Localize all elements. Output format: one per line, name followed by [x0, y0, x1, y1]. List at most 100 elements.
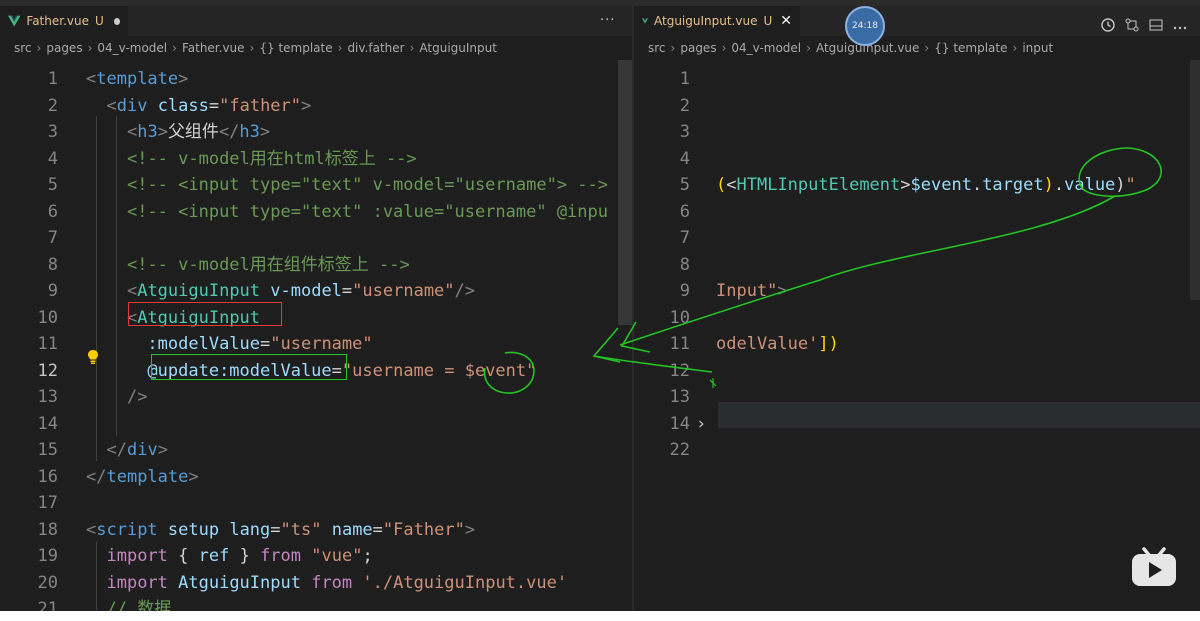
line-number: 14	[37, 413, 58, 434]
code-line[interactable]: 8	[634, 252, 1200, 279]
code-line[interactable]: 21 // 数据	[0, 596, 632, 611]
code-line[interactable]: 10	[634, 305, 1200, 332]
split-editor-icon[interactable]	[1148, 17, 1164, 33]
recording-timer-badge: 24:18	[845, 6, 885, 46]
code-token: import	[106, 546, 179, 566]
code-line[interactable]: 17	[0, 490, 632, 517]
line-number: 20	[37, 572, 58, 593]
code-token: target	[982, 175, 1044, 195]
code-line[interactable]: 11 odelValue'])	[634, 331, 1200, 358]
code-token: div	[126, 440, 158, 460]
code-token: =	[341, 281, 353, 301]
breadcrumb-separator-icon: ›	[670, 41, 676, 55]
unsaved-dot-icon[interactable]	[113, 17, 120, 25]
breadcrumb-item[interactable]: div.father	[347, 41, 404, 55]
code-token: template	[96, 69, 179, 89]
more-actions-icon[interactable]: ···	[600, 13, 615, 28]
code-text: <!-- v-model用在组件标签上 -->	[86, 252, 410, 279]
code-token: >	[777, 281, 788, 301]
code-line[interactable]: 15 </div>	[0, 437, 632, 464]
code-line[interactable]: 6	[634, 199, 1200, 226]
breadcrumb-item[interactable]: {} template	[934, 41, 1007, 55]
close-tab-icon[interactable]: ✕	[780, 13, 792, 29]
breadcrumb-item[interactable]: pages	[680, 41, 716, 55]
code-token: setup	[167, 519, 230, 540]
code-token: =	[270, 519, 281, 540]
code-line[interactable]: 3	[634, 119, 1200, 146]
code-line[interactable]: 5 (<HTMLInputElement>$event.target).value…	[634, 172, 1200, 199]
code-text: <div class="father">	[86, 93, 311, 120]
breadcrumb-separator-icon: ›	[36, 41, 42, 55]
code-line[interactable]: 8 <!-- v-model用在组件标签上 -->	[0, 252, 632, 279]
code-line[interactable]: 9 <AtguiguInput v-model="username"/>	[0, 278, 632, 305]
code-line[interactable]: 3 <h3>父组件</h3>	[0, 119, 632, 146]
code-line[interactable]: 5 <!-- <input type="text" v-model="usern…	[0, 172, 632, 199]
code-line[interactable]: 9 Input">	[634, 278, 1200, 305]
breadcrumb: src › pages › 04_v-model › Father.vue › {} templ…	[0, 36, 632, 60]
line-number: 10	[669, 307, 690, 328]
breadcrumb-item[interactable]: 04_v-model	[731, 41, 801, 55]
code-line[interactable]: 2 <div class="father">	[0, 93, 632, 120]
code-token: "username"	[352, 281, 455, 301]
breadcrumb-item[interactable]: pages	[46, 41, 82, 55]
code-line[interactable]: 4	[634, 146, 1200, 173]
code-line[interactable]: 14 ›	[634, 411, 1200, 438]
code-line[interactable]: 18 <script setup lang="ts" name="Father">	[0, 517, 632, 544]
code-line[interactable]: 19 import { ref } from "vue";	[0, 543, 632, 570]
code-token: (	[716, 175, 727, 195]
breadcrumb-item[interactable]: AtguiguInput	[419, 41, 497, 55]
code-line[interactable]: 1 <template>	[0, 66, 632, 93]
code-text: Input">	[716, 278, 788, 305]
breadcrumb-item[interactable]: src	[14, 41, 32, 55]
code-text: </template>	[86, 464, 199, 491]
scrollbar-thumb[interactable]	[1190, 60, 1200, 300]
breadcrumb-item[interactable]: 04_v-model	[97, 41, 167, 55]
code-token: >	[301, 95, 312, 116]
code-token: odelValue'	[716, 334, 819, 354]
code-token: ref	[198, 546, 240, 566]
code-line[interactable]: 7	[634, 225, 1200, 252]
compare-changes-icon[interactable]	[1124, 17, 1140, 33]
code-line[interactable]: 2	[634, 93, 1200, 120]
breadcrumb-item[interactable]: Father.vue	[182, 41, 245, 55]
code-line[interactable]: 1	[634, 66, 1200, 93]
code-line[interactable]: 12	[634, 358, 1200, 385]
code-text: </div>	[86, 437, 168, 464]
code-line[interactable]: 13 />	[0, 384, 632, 411]
tab-atguiguinput-vue[interactable]: AtguiguInput.vue U ✕	[634, 6, 800, 36]
bilibili-logo-icon	[1132, 547, 1176, 586]
line-number: 6	[679, 201, 690, 222]
code-line[interactable]: 4 <!-- v-model用在html标签上 -->	[0, 146, 632, 173]
code-token: >	[157, 440, 168, 460]
code-line[interactable]: 20 import AtguiguInput from './AtguiguIn…	[0, 570, 632, 597]
breadcrumb-item[interactable]: {} template	[259, 41, 332, 55]
scrollbar-thumb[interactable]	[618, 60, 632, 325]
code-token: =	[372, 519, 383, 540]
tab-father-vue[interactable]: Father.vue U	[0, 6, 128, 36]
line-number: 12	[669, 360, 690, 381]
timeline-icon[interactable]	[1100, 17, 1116, 33]
code-line[interactable]: 22	[634, 437, 1200, 464]
code-token: =	[208, 95, 220, 116]
breadcrumb-separator-icon: ›	[87, 41, 93, 55]
code-line[interactable]: 6 <!-- <input type="text" :value="userna…	[0, 199, 632, 226]
code-line[interactable]: 13	[634, 384, 1200, 411]
code-line[interactable]: 10 <AtguiguInput	[0, 305, 632, 332]
lightbulb-icon[interactable]	[86, 349, 100, 365]
breadcrumb-separator-icon: ›	[721, 41, 727, 55]
code-line[interactable]: 14	[0, 411, 632, 438]
fold-chevron-icon[interactable]: ›	[696, 411, 706, 438]
code-line[interactable]: 16 </template>	[0, 464, 632, 491]
code-token: "vue"	[311, 546, 363, 566]
code-token: div	[116, 95, 158, 116]
line-number: 1	[47, 69, 58, 89]
code-line[interactable]: 7	[0, 225, 632, 252]
code-token: <	[126, 281, 138, 301]
breadcrumb-item[interactable]: input	[1022, 41, 1053, 55]
code-token: "	[1125, 175, 1136, 195]
more-actions-icon[interactable]	[1172, 17, 1188, 33]
breadcrumb-item[interactable]: src	[648, 41, 666, 55]
code-token: from	[260, 546, 312, 566]
